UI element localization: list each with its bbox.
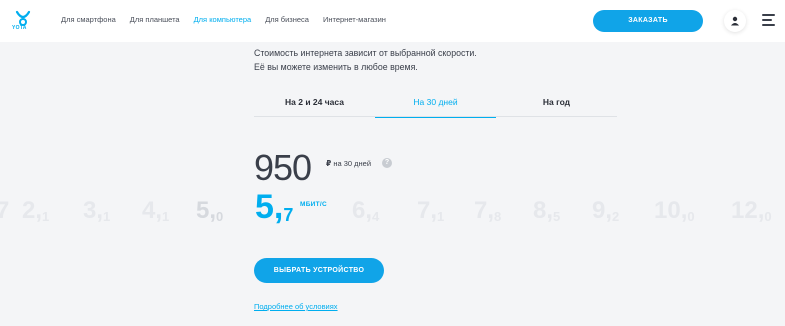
nav-item-tablet[interactable]: Для планшета [130,15,180,24]
speed-option[interactable]: 5,0 [196,196,223,232]
tariff-description: Стоимость интернета зависит от выбранной… [254,46,477,74]
nav-item-smartphone[interactable]: Для смартфона [61,15,116,24]
header: YOTA Для смартфона Для планшета Для комп… [0,0,785,42]
nav-item-business[interactable]: Для бизнеса [265,15,309,24]
speed-option[interactable]: 7 [0,196,9,232]
choose-device-button[interactable]: ВЫБРАТЬ УСТРОЙСТВО [254,258,384,283]
yota-logo-icon [15,10,31,26]
tab-label: На год [542,97,571,107]
speed-option[interactable]: 7,1 [417,196,444,232]
user-button[interactable] [724,10,746,32]
terms-link[interactable]: Подробнее об условиях [254,302,338,311]
speed-option[interactable]: 7,8 [474,196,501,232]
nav-item-shop[interactable]: Интернет-магазин [323,15,386,24]
price-period-text: на 30 дней [333,159,372,168]
price-period: ₽ на 30 дней [326,159,371,168]
active-tab-underline [375,116,496,118]
speed-option[interactable]: 9,2 [592,196,619,232]
user-icon [731,16,739,26]
speed-option[interactable]: 10,0 [654,196,695,232]
speed-option[interactable]: 8,5 [533,196,560,232]
price-value: 950 [254,147,312,188]
speed-option[interactable]: 2,1 [22,196,49,232]
nav-item-computer[interactable]: Для компьютера [194,15,252,24]
menu-icon[interactable] [762,14,775,26]
description-line-2: Её вы можете изменить в любое время. [254,62,418,72]
tab-year[interactable]: На год [496,92,617,118]
speed-option[interactable]: 3,1 [83,196,110,232]
tab-2-24-hours[interactable]: На 2 и 24 часа [254,92,375,118]
speed-option[interactable]: 6,4 [352,196,379,232]
speed-option[interactable]: 4,1 [142,196,169,232]
order-button[interactable]: ЗАКАЗАТЬ [593,10,703,32]
description-line-1: Стоимость интернета зависит от выбранной… [254,48,477,58]
tab-label: На 2 и 24 часа [285,97,344,107]
speed-option[interactable]: 12,0 [731,196,772,232]
currency-symbol: ₽ [326,159,332,168]
speed-scale: 7 2,1 3,1 4,1 5,0 5,7 6,4 7,1 7,8 8,5 9,… [0,190,785,236]
tab-30-days[interactable]: На 30 дней [375,92,496,118]
main-nav: Для смартфона Для планшета Для компьютер… [61,15,400,24]
tab-label: На 30 дней [413,97,458,107]
help-icon[interactable]: ? [382,158,392,168]
logo-text: YOTA [12,25,27,31]
period-tabs: На 2 и 24 часа На 30 дней На год [254,92,617,118]
speed-unit: МБИТ/С [300,201,328,208]
current-speed[interactable]: 5,7 [255,190,293,230]
